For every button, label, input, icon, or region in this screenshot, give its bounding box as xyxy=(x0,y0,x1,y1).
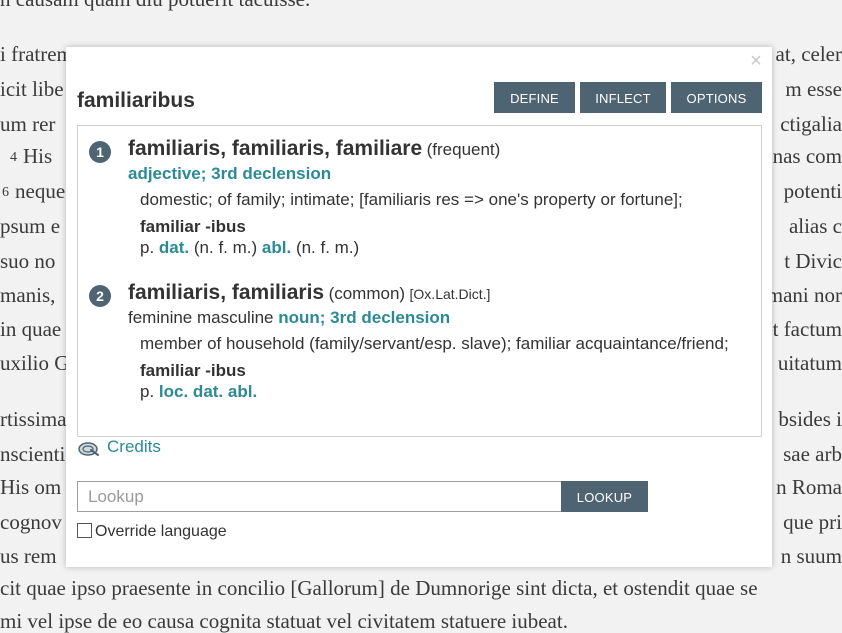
override-language-option[interactable]: Override language xyxy=(77,523,227,541)
entry-frequency: (common) xyxy=(328,284,406,303)
results-panel: 1 familiaris, familiaris, familiare (fre… xyxy=(77,125,762,437)
credits-icon xyxy=(78,442,99,456)
entry-gender: feminine masculine xyxy=(128,308,274,327)
entry-headword: familiaris, familiaris (common) [Ox.Lat.… xyxy=(128,281,490,305)
dictionary-dialog: × familiaribus DEFINE INFLECT OPTIONS 1 … xyxy=(66,47,772,567)
inflection-gender-note: (n. f. m.) xyxy=(295,238,360,257)
options-button[interactable]: OPTIONS xyxy=(671,82,762,113)
inflect-button[interactable]: INFLECT xyxy=(580,82,666,113)
lookup-input[interactable] xyxy=(77,481,564,512)
entry-inflection: p. dat. (n. f. m.) abl. (n. f. m.) xyxy=(140,238,359,258)
lookup-word-title: familiaribus xyxy=(77,89,195,112)
inflection-prefix: p. xyxy=(140,382,155,401)
close-icon[interactable]: × xyxy=(748,51,764,71)
entry-stem: familiar -ibus xyxy=(140,361,246,380)
lookup-button[interactable]: LOOKUP xyxy=(561,481,648,512)
define-button[interactable]: DEFINE xyxy=(494,82,575,113)
entry-pos-link[interactable]: adjective; 3rd declension xyxy=(128,164,331,183)
entry-headword: familiaris, familiaris, familiare (frequ… xyxy=(128,137,500,161)
entry-number-badge: 2 xyxy=(89,285,111,307)
inflection-case-link[interactable]: dat. xyxy=(159,238,189,257)
credits-link[interactable]: Credits xyxy=(77,437,161,457)
inflection-gender-note: (n. f. m.) xyxy=(193,238,258,257)
entry-pos-link[interactable]: noun; 3rd declension xyxy=(278,308,450,327)
entry-number-badge: 1 xyxy=(89,141,111,163)
entry-sense: member of household (family/servant/esp.… xyxy=(140,334,729,353)
bg-line: mi vel ipse de eo causa cognita statuat … xyxy=(0,609,568,633)
entry-frequency: (frequent) xyxy=(426,140,501,159)
entry-stem: familiar -ibus xyxy=(140,217,246,236)
entry-sense: domestic; of family; intimate; [familiar… xyxy=(140,190,683,209)
entry-source: [Ox.Lat.Dict.] xyxy=(409,286,491,302)
checkbox-icon[interactable] xyxy=(77,523,92,538)
inflection-prefix: p. xyxy=(140,238,155,257)
override-language-label: Override language xyxy=(95,523,227,540)
entry-part-of-speech: adjective; 3rd declension xyxy=(128,164,331,184)
entry-lemma: familiaris, familiaris, familiare xyxy=(128,137,423,160)
inflection-case-link[interactable]: loc. dat. abl. xyxy=(159,382,257,401)
bg-line: cit quae ipso praesente in concilio [Gal… xyxy=(0,576,758,600)
credits-label: Credits xyxy=(107,437,161,456)
entry-inflection: p. loc. dat. abl. xyxy=(140,382,257,402)
inflection-case-link[interactable]: abl. xyxy=(262,238,291,257)
bg-line: n causam quam diu potuerit tacuisse. xyxy=(0,0,842,11)
entry-part-of-speech: feminine masculine noun; 3rd declension xyxy=(128,308,450,328)
entry-lemma: familiaris, familiaris xyxy=(128,281,325,304)
